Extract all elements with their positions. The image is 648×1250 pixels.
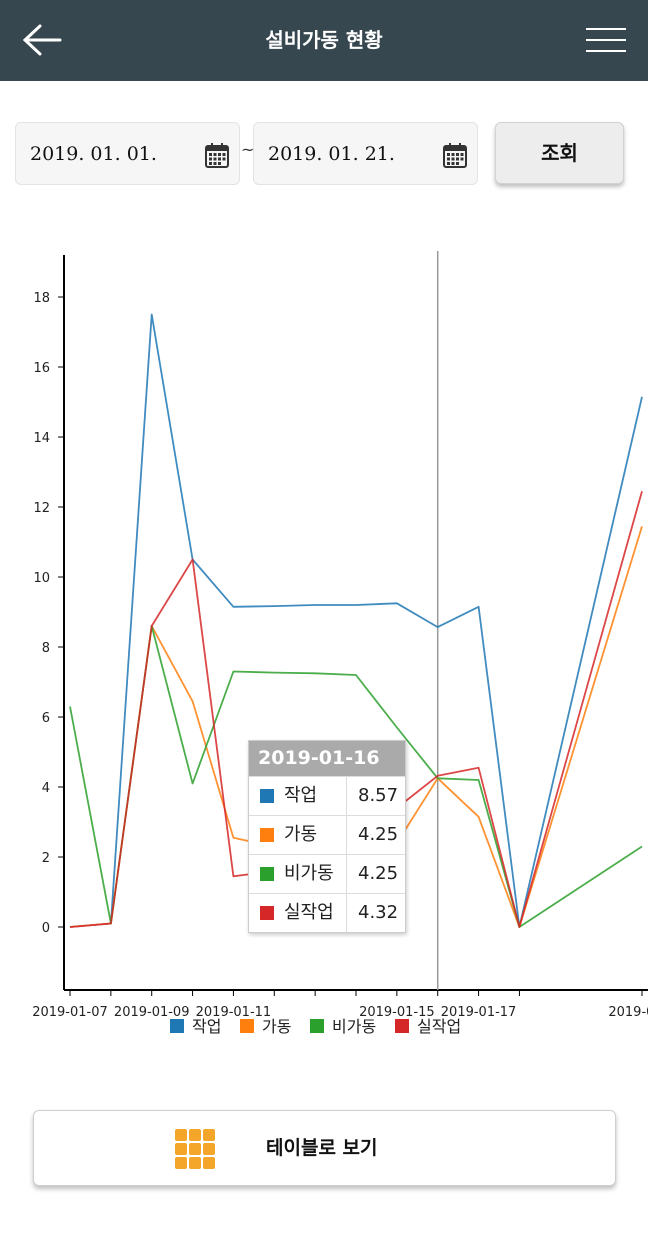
end-date-field[interactable]: 2019. 01. 21. (253, 122, 478, 185)
start-date-value: 2019. 01. 01. (30, 143, 157, 165)
tooltip-row: 가동 4.25 (249, 815, 405, 854)
hamburger-menu-icon (586, 28, 626, 52)
tooltip-series-name: 실작업 (284, 902, 334, 923)
x-tick-label: 2019-01-2 (608, 1005, 648, 1020)
series-swatch (260, 828, 274, 842)
y-tick-label: 12 (33, 501, 50, 516)
calendar-icon[interactable] (443, 142, 467, 168)
legend-swatch (310, 1019, 324, 1033)
legend-label: 실작업 (417, 1017, 461, 1036)
tooltip-series-value: 4.32 (358, 902, 399, 923)
start-date-field[interactable]: 2019. 01. 01. (15, 122, 240, 185)
x-tick-label: 2019-01-07 (32, 1005, 108, 1020)
menu-button[interactable] (584, 24, 628, 56)
y-tick-label: 14 (33, 431, 50, 446)
series-swatch (260, 867, 274, 881)
tooltip-title: 2019-01-16 (249, 741, 405, 776)
y-tick-label: 16 (33, 361, 50, 376)
tooltip-row: 실작업 4.32 (249, 893, 405, 932)
page-title: 설비가동 현황 (265, 28, 383, 52)
y-tick-label: 8 (42, 641, 50, 656)
x-tick-label: 2019-01-09 (114, 1005, 190, 1020)
series-swatch (260, 789, 274, 803)
tooltip-row: 비가동 4.25 (249, 854, 405, 893)
series-swatch (260, 906, 274, 920)
legend-label: 비가동 (332, 1017, 376, 1036)
legend-swatch (170, 1019, 184, 1033)
legend-label: 작업 (192, 1017, 221, 1036)
tooltip-row: 작업 8.57 (249, 776, 405, 815)
legend-label: 가동 (262, 1017, 291, 1036)
end-date-value: 2019. 01. 21. (268, 143, 395, 165)
view-table-button[interactable]: 테이블로 보기 (33, 1110, 616, 1186)
y-tick-label: 6 (42, 711, 50, 726)
y-tick-label: 2 (42, 851, 50, 866)
y-tick-label: 18 (33, 291, 50, 306)
tooltip-series-value: 4.25 (358, 824, 399, 845)
tooltip-series-value: 4.25 (358, 863, 399, 884)
y-tick-label: 10 (33, 571, 50, 586)
legend-swatch (240, 1019, 254, 1033)
view-table-label: 테이블로 보기 (266, 1137, 378, 1159)
query-button[interactable]: 조회 (495, 122, 624, 184)
tooltip-series-name: 비가동 (284, 863, 334, 884)
app-header: 설비가동 현황 (0, 0, 648, 81)
tooltip-series-name: 가동 (284, 824, 318, 845)
legend-swatch (395, 1019, 409, 1033)
calendar-icon[interactable] (205, 142, 229, 168)
chart-tooltip: 2019-01-16 작업 8.57 가동 4.25 비가동 4.25 실작업 … (248, 740, 406, 933)
tooltip-series-value: 8.57 (358, 785, 399, 806)
y-tick-label: 4 (42, 781, 50, 796)
tooltip-series-name: 작업 (284, 785, 318, 806)
grid-icon (175, 1129, 215, 1169)
y-tick-label: 0 (42, 921, 50, 936)
